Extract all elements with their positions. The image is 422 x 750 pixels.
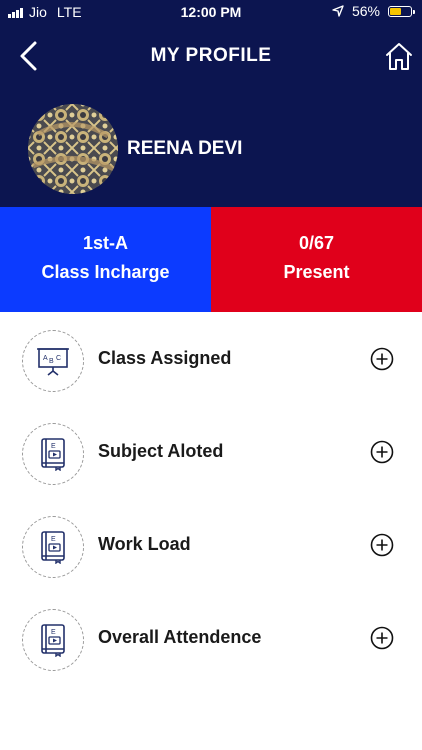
icon-frame: E xyxy=(22,516,84,578)
ebook-icon: E xyxy=(41,624,65,657)
expand-plus-icon[interactable] xyxy=(370,533,394,557)
svg-text:C: C xyxy=(56,355,61,362)
menu-item-label: Subject Aloted xyxy=(98,441,224,461)
battery-icon xyxy=(388,5,415,17)
svg-text:B: B xyxy=(49,358,54,365)
class-value: 1st-A xyxy=(82,233,128,253)
avatar-image xyxy=(28,104,118,194)
menu-list: A B C Class Assigned E Subject Aloted E … xyxy=(0,312,422,684)
menu-item-label: Class Assigned xyxy=(98,348,232,368)
class-incharge-card: 1st-A Class Incharge xyxy=(0,207,211,312)
svg-text:E: E xyxy=(51,443,56,450)
svg-text:E: E xyxy=(51,536,56,543)
icon-frame: E xyxy=(22,609,84,671)
attendance-label: Present xyxy=(283,262,350,282)
svg-text:A: A xyxy=(43,355,48,362)
menu-item-work-load[interactable]: E Work Load xyxy=(0,498,422,591)
status-right: 56% xyxy=(332,3,415,19)
ebook-icon: E xyxy=(41,531,65,564)
menu-item-label: Work Load xyxy=(98,534,191,554)
expand-plus-icon[interactable] xyxy=(370,626,394,650)
avatar xyxy=(28,104,118,194)
profile-header: MY PROFILE REENA DEVI xyxy=(0,26,422,207)
status-bar: Jio LTE 12:00 PM 56% xyxy=(0,0,422,26)
ebook-icon: E xyxy=(41,438,65,471)
profile-name: REENA DEVI xyxy=(127,138,243,159)
attendance-card: 0/67 Present xyxy=(211,207,422,312)
home-icon[interactable] xyxy=(384,40,414,72)
battery-percent: 56% xyxy=(351,3,380,19)
page-title: MY PROFILE xyxy=(150,45,272,66)
class-label: Class Incharge xyxy=(41,262,170,282)
expand-plus-icon[interactable] xyxy=(370,347,394,371)
menu-item-label: Overall Attendence xyxy=(98,627,262,647)
icon-frame: A B C xyxy=(22,330,84,392)
icon-frame: E xyxy=(22,423,84,485)
svg-text:E: E xyxy=(51,629,56,636)
menu-item-subject-aloted[interactable]: E Subject Aloted xyxy=(0,405,422,498)
attendance-value: 0/67 xyxy=(298,233,335,253)
abc-board-icon: A B C xyxy=(37,348,69,376)
menu-item-class-assigned[interactable]: A B C Class Assigned xyxy=(0,312,422,405)
location-arrow-icon xyxy=(332,5,344,17)
stats-row: 1st-A Class Incharge 0/67 Present xyxy=(0,207,422,312)
menu-item-overall-attendence[interactable]: E Overall Attendence xyxy=(0,591,422,684)
expand-plus-icon[interactable] xyxy=(370,440,394,464)
